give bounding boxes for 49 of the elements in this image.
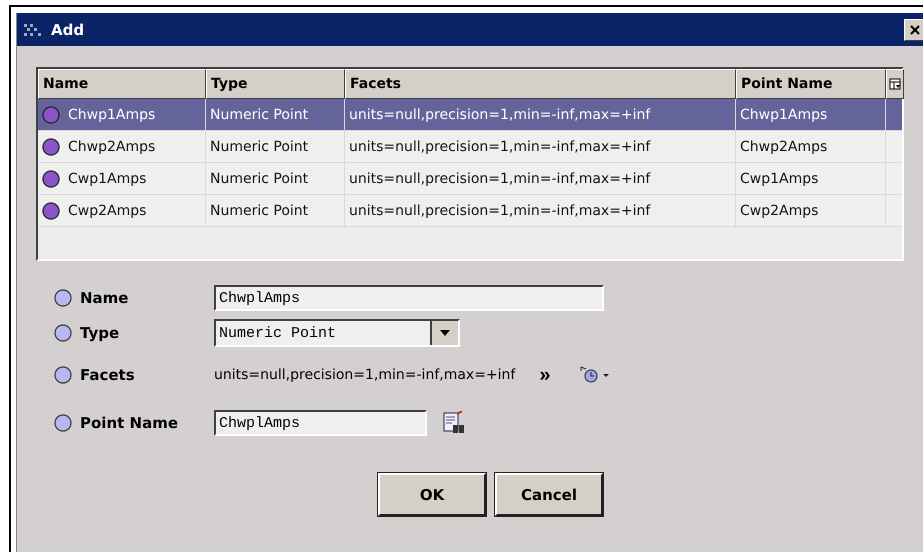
more-button[interactable]: »: [539, 364, 550, 386]
close-button[interactable]: [904, 18, 923, 40]
browse-icon[interactable]: [443, 411, 465, 435]
ok-button[interactable]: OK: [378, 473, 486, 516]
table-cell: Numeric Point: [210, 170, 308, 186]
column-chooser-icon[interactable]: [886, 69, 904, 99]
table-row[interactable]: Cwp2Amps Numeric Point units=null,precision=1,min=-inf,max=+inf Cwp2Amps: [38, 195, 902, 227]
column-header[interactable]: Point Name: [736, 69, 886, 99]
column-header[interactable]: Type: [206, 69, 345, 99]
name-field[interactable]: ChwplAmps: [214, 285, 604, 311]
field-label: Facets: [80, 366, 135, 384]
field-label: Name: [80, 289, 128, 307]
table-row[interactable]: Cwp1Amps Numeric Point units=null,precision=1,min=-inf,max=+inf Cwp1Amps: [38, 163, 902, 195]
type-dropdown[interactable]: Numeric Point: [214, 319, 460, 347]
point-icon: [42, 106, 60, 124]
window-title: Add: [51, 20, 86, 38]
table-cell: Numeric Point: [210, 202, 308, 218]
caret-icon[interactable]: [440, 330, 450, 336]
table-cell: Numeric Point: [210, 138, 308, 154]
table-cell: units=null,precision=1,min=-inf,max=+inf: [349, 106, 650, 122]
table-cell: Cwp1Amps: [68, 170, 146, 186]
point-icon: [42, 138, 60, 156]
table-cell: units=null,precision=1,min=-inf,max=+inf: [349, 138, 650, 154]
column-header[interactable]: Name: [38, 69, 206, 99]
cancel-button[interactable]: Cancel: [495, 473, 603, 516]
field-label: Point Name: [80, 414, 178, 432]
table-cell: Chwp2Amps: [740, 138, 828, 154]
table-cell: units=null,precision=1,min=-inf,max=+inf: [349, 170, 650, 186]
facets-value: units=null,precision=1,min=-inf,max=+inf: [214, 367, 516, 383]
table-cell: Chwp2Amps: [68, 138, 156, 154]
point-icon: [42, 202, 60, 220]
table-cell: units=null,precision=1,min=-inf,max=+inf: [349, 202, 650, 218]
radio-button[interactable]: [54, 414, 72, 432]
table-cell: Chwp1Amps: [68, 106, 156, 122]
close-icon[interactable]: [909, 24, 921, 36]
table-row[interactable]: Chwp1Amps Numeric Point units=null,precision=1,min=-inf,max=+inf Chwp1Amps: [38, 99, 902, 131]
table-cell: Cwp2Amps: [740, 202, 818, 218]
table-cell: Chwp1Amps: [740, 106, 828, 122]
radio-button[interactable]: [54, 366, 72, 384]
radio-button[interactable]: [54, 324, 72, 342]
column-header[interactable]: Facets: [345, 69, 736, 99]
radio-button[interactable]: [54, 289, 72, 307]
point-icon: [42, 170, 60, 188]
table-cell: Cwp1Amps: [740, 170, 818, 186]
field-label: Type: [80, 324, 120, 342]
point-name-field[interactable]: ChwplAmps: [214, 410, 427, 436]
table-row[interactable]: Chwp2Amps Numeric Point units=null,precision=1,min=-inf,max=+inf Chwp2Amps: [38, 131, 902, 163]
table-cell: Numeric Point: [210, 106, 308, 122]
table-cell: Cwp2Amps: [68, 202, 146, 218]
